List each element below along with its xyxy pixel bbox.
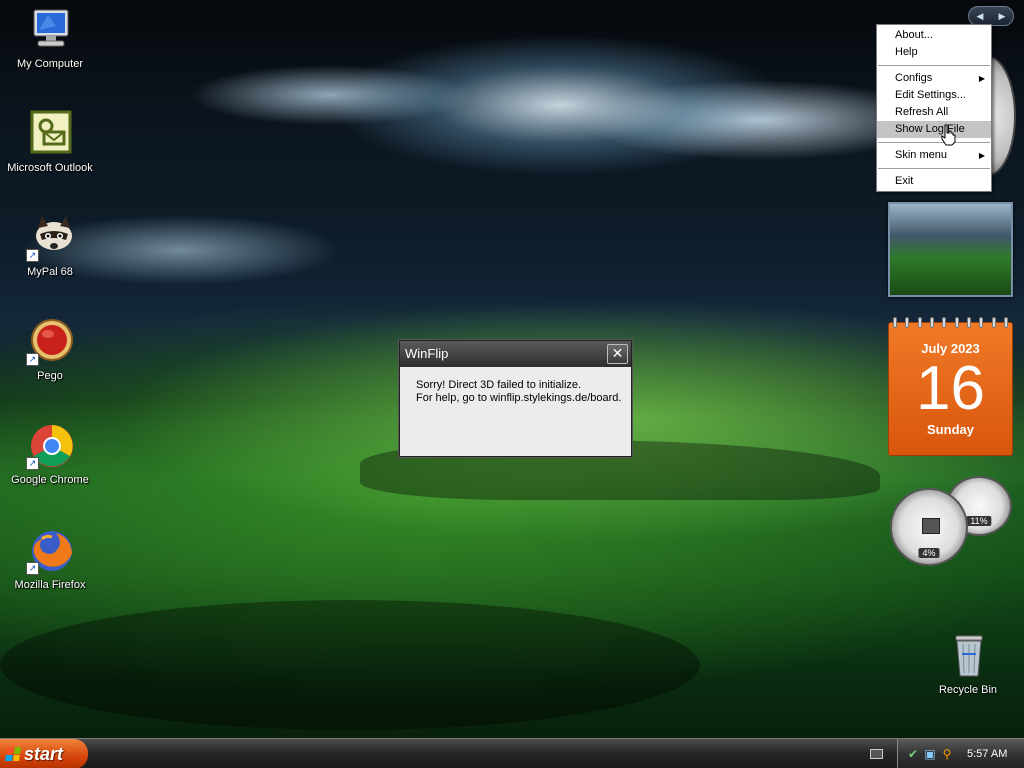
menu-item-label: Edit Settings... [895,89,966,101]
desktop-icon-outlook[interactable]: Microsoft Outlook [0,110,100,175]
dialog-title: WinFlip [405,346,449,361]
menu-separator [878,168,990,169]
pego-icon: ↗ [26,318,74,366]
menu-item-label: Help [895,46,918,58]
security-shield-icon[interactable]: ✔ [906,747,920,761]
taskbar-clock[interactable]: 5:57 AM [967,739,1007,768]
menu-separator [878,65,990,66]
desktop-icon-label: My Computer [16,58,84,70]
menu-item-about[interactable]: About... [877,27,991,44]
start-button[interactable]: start [0,739,88,768]
chrome-icon: ↗ [26,422,74,470]
close-button[interactable]: ✕ [607,344,628,364]
wallpaper-shadow [0,600,700,730]
network-icon[interactable]: ▣ [923,747,937,761]
slideshow-gadget[interactable] [888,202,1013,297]
shortcut-arrow-icon: ↗ [26,562,39,575]
gadget-navigation: ◀ ▶ [968,6,1014,26]
desktop-icon-label: MyPal 68 [27,266,73,278]
computer-icon [26,6,74,54]
desktop-icon-label: Recycle Bin [938,684,998,696]
search-icon[interactable]: ⚲ [940,747,954,761]
close-icon: ✕ [611,345,624,361]
taskbar: start ✔ ▣ ⚲ 5:57 AM [0,738,1024,768]
desktop-icon-my-computer[interactable]: My Computer [0,6,100,71]
dialog-message-line: Sorry! Direct 3D failed to initialize. [416,379,582,391]
cpu-meter-value: 4% [918,548,940,558]
shortcut-arrow-icon: ↗ [26,249,39,262]
menu-item-help[interactable]: Help [877,44,991,61]
calendar-gadget[interactable]: July 2023 16 Sunday [888,317,1013,456]
submenu-arrow-icon: ▶ [978,151,985,160]
menu-item-label: Exit [895,175,914,187]
menu-item-skin-menu[interactable]: Skin menu ▶ [877,147,991,164]
raccoon-icon: ↗ [26,214,74,262]
previous-arrow-icon[interactable]: ◀ [977,11,984,22]
calendar-weekday: Sunday [927,422,974,437]
desktop-icon-label: Microsoft Outlook [7,162,93,174]
menu-item-show-log-file[interactable]: Show Log File [877,121,991,138]
menu-item-edit-settings[interactable]: Edit Settings... [877,87,991,104]
dialog-titlebar[interactable]: WinFlip ✕ [400,341,631,367]
shortcut-arrow-icon: ↗ [26,457,39,470]
keyboard-icon[interactable] [870,749,883,759]
calendar-day: 16 [916,354,985,423]
chip-icon [922,518,940,534]
outlook-icon [26,110,74,158]
context-menu: About... Help Configs ▶ Edit Settings... … [876,24,992,192]
submenu-arrow-icon: ▶ [978,74,985,83]
next-arrow-icon[interactable]: ▶ [999,11,1006,22]
firefox-icon: ↗ [26,527,74,575]
dialog-message-line: For help, go to winflip.stylekings.de/bo… [416,392,622,404]
menu-item-label: Configs [895,72,933,84]
desktop-icon-label: Pego [37,370,63,382]
menu-separator [878,142,990,143]
dialog-message: Sorry! Direct 3D failed to initialize. F… [400,367,631,405]
desktop-icon-label: Mozilla Firefox [14,579,86,591]
desktop-icon-firefox[interactable]: ↗ Mozilla Firefox [0,527,100,592]
menu-item-label: Refresh All [895,106,949,118]
start-label: start [24,744,64,764]
shortcut-arrow-icon: ↗ [26,353,39,366]
cpu-meter[interactable]: 4% [890,488,968,566]
memory-meter-value: 11% [966,516,992,526]
menu-item-exit[interactable]: Exit [877,173,991,190]
desktop-icon-label: Google Chrome [11,474,89,486]
windows-logo-icon [5,747,21,761]
menu-item-configs[interactable]: Configs ▶ [877,70,991,87]
desktop-icon-recycle-bin[interactable]: Recycle Bin [918,632,1018,697]
winflip-dialog: WinFlip ✕ Sorry! Direct 3D failed to ini… [399,340,952,768]
menu-item-refresh-all[interactable]: Refresh All [877,104,991,121]
desktop-icon-chrome[interactable]: ↗ Google Chrome [0,422,100,487]
menu-item-label: Skin menu [895,149,947,161]
hand-cursor-icon [941,124,956,146]
desktop-icon-pego[interactable]: ↗ Pego [0,318,100,383]
recycle-bin-icon [944,632,992,680]
menu-item-label: About... [895,29,933,41]
desktop-icon-mypal[interactable]: ↗ MyPal 68 [0,214,100,279]
calendar-rings [893,317,1008,328]
